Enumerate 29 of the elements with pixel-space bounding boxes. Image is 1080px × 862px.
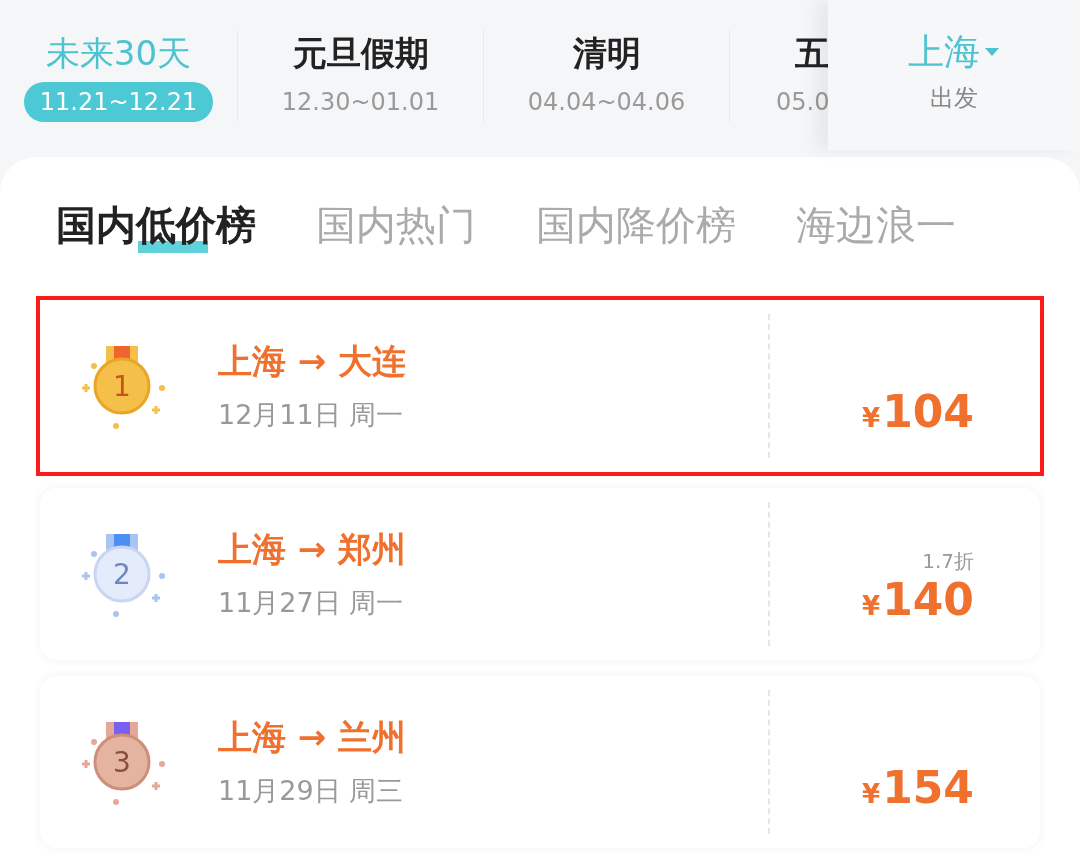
ranking-tab[interactable]: 海边浪一: [796, 196, 956, 253]
rank-number: 1: [113, 370, 131, 403]
flight-date: 11月27日 周一: [218, 586, 405, 620]
price: 140: [882, 574, 974, 626]
currency-symbol: ¥: [862, 402, 881, 435]
route-title: 上海 → 郑州: [218, 528, 407, 571]
rank-number: 3: [113, 746, 131, 779]
currency-symbol: ¥: [862, 590, 881, 623]
departure-label: 出发: [930, 83, 978, 114]
flight-deal-card[interactable]: 2 上海 → 郑州 11月27日 周一 1.7折 ¥140: [40, 488, 1040, 660]
flight-date: 12月11日 周一: [218, 398, 405, 432]
flight-deal-card[interactable]: 3 上海 → 兰州 11月29日 周三 ¥154: [40, 676, 1040, 848]
flight-date: 11月29日 周三: [218, 774, 405, 808]
rank-number: 2: [113, 558, 131, 591]
date-range-tab[interactable]: 元旦假期 12.30~01.01: [281, 30, 440, 122]
date-range-tab[interactable]: 清明 04.04~04.06: [527, 30, 686, 122]
ranking-tab[interactable]: 国内热门: [316, 196, 476, 253]
city-label: 上海: [908, 30, 980, 74]
date-range-tab[interactable]: 五 05.0: [776, 30, 830, 122]
departure-selector[interactable]: 上海 出发: [828, 0, 1080, 150]
date-range-tab[interactable]: 未来30天 11.21~12.21: [23, 30, 214, 122]
route-title: 上海 → 兰州: [218, 716, 407, 759]
price: 104: [882, 386, 974, 438]
caret-icon: [984, 47, 1000, 57]
route-title: 上海 → 大连: [218, 340, 407, 383]
ranking-tab[interactable]: 国内降价榜: [536, 196, 736, 253]
price: 154: [882, 762, 974, 814]
currency-symbol: ¥: [862, 778, 881, 811]
discount-label: 1.7折: [922, 548, 974, 574]
